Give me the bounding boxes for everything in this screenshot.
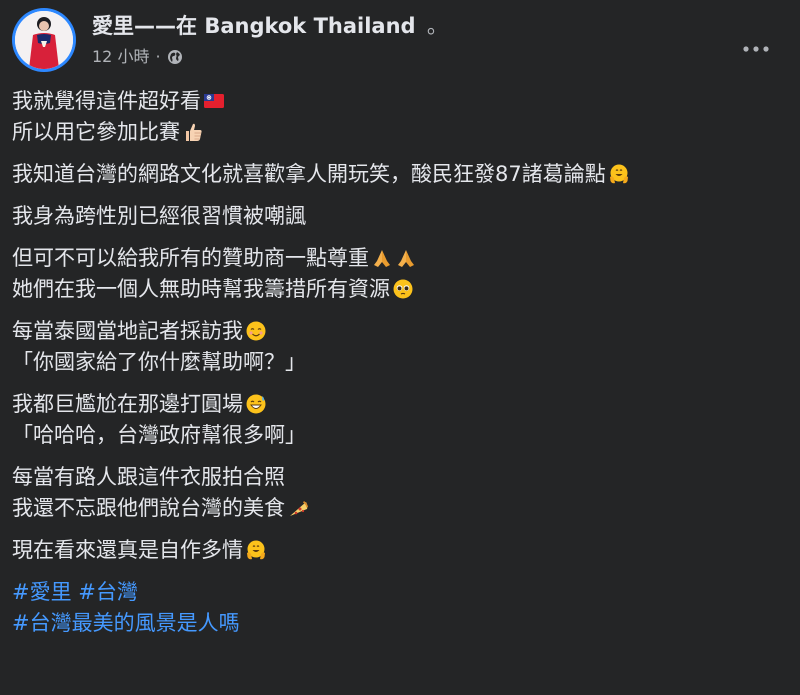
avatar-image <box>15 11 73 69</box>
text-line: 現在看來還真是自作多情 <box>12 535 788 566</box>
text-line: 我就覺得這件超好看 <box>12 86 788 117</box>
avatar[interactable] <box>12 8 76 72</box>
text-line: 我還不忘跟他們說台灣的美食 <box>12 493 788 524</box>
more-options-icon <box>743 37 769 56</box>
grinning-sweat-emoji <box>245 393 267 415</box>
location-separator: ——在 <box>134 14 197 38</box>
text: 每當有路人跟這件衣服拍合照 <box>12 465 285 489</box>
location-end: 。 <box>426 14 448 38</box>
text-line: 她們在我一個人無助時幫我籌措所有資源 <box>12 274 788 305</box>
text-line: 我都巨尷尬在那邊打圓場 <box>12 389 788 420</box>
text: 每當泰國當地記者採訪我 <box>12 319 243 343</box>
paragraph-8: 現在看來還真是自作多情 <box>12 535 788 566</box>
text-line: 所以用它參加比賽 <box>12 117 788 148</box>
text: 現在看來還真是自作多情 <box>12 538 243 562</box>
hashtag-link[interactable]: #台灣最美的風景是人嗎 <box>12 611 240 635</box>
paragraph-1: 我就覺得這件超好看 所以用它參加比賽 <box>12 86 788 148</box>
thumbs-up-emoji <box>182 121 204 143</box>
post-header: 愛里——在 Bangkok Thailand 。 12 小時 · <box>12 8 788 74</box>
folded-hands-emoji <box>371 247 393 269</box>
text-line: 每當泰國當地記者採訪我 <box>12 316 788 347</box>
more-options-button[interactable] <box>738 28 774 64</box>
text: 她們在我一個人無助時幫我籌措所有資源 <box>12 277 390 301</box>
author-line: 愛里——在 Bangkok Thailand 。 <box>92 12 448 40</box>
paragraph-4: 但可不可以給我所有的贊助商一點尊重 她們在我一個人無助時幫我籌措所有資源 <box>12 243 788 305</box>
meta-separator: · <box>155 47 161 66</box>
text: 「哈哈哈，台灣政府幫很多啊」 <box>12 423 306 447</box>
taiwan-flag-emoji <box>203 90 225 112</box>
text-line: 「哈哈哈，台灣政府幫很多啊」 <box>12 420 788 451</box>
pizza-emoji <box>287 497 309 519</box>
text-line: 但可不可以給我所有的贊助商一點尊重 <box>12 243 788 274</box>
text: 「你國家給了你什麼幫助啊？」 <box>12 350 306 374</box>
smiling-face-emoji <box>245 320 267 342</box>
text: 我知道台灣的網路文化就喜歡拿人開玩笑，酸民狂發87諸葛論點 <box>12 162 606 186</box>
paragraph-3: 我身為跨性別已經很習慣被嘲諷 <box>12 201 788 232</box>
text-line: 每當有路人跟這件衣服拍合照 <box>12 462 788 493</box>
text-line: #台灣最美的風景是人嗎 <box>12 608 788 639</box>
paragraph-5: 每當泰國當地記者採訪我 「你國家給了你什麼幫助啊？」 <box>12 316 788 378</box>
post-meta: 12 小時 · <box>92 46 183 68</box>
text-line: 我知道台灣的網路文化就喜歡拿人開玩笑，酸民狂發87諸葛論點 <box>12 159 788 190</box>
text: 我就覺得這件超好看 <box>12 89 201 113</box>
text: 我身為跨性別已經很習慣被嘲諷 <box>12 204 306 228</box>
hashtags: #愛里 #台灣 #台灣最美的風景是人嗎 <box>12 577 788 639</box>
post-body: 我就覺得這件超好看 所以用它參加比賽 我知道台灣的網路文化就喜歡拿人開玩笑，酸民… <box>12 86 788 650</box>
text-line: 「你國家給了你什麼幫助啊？」 <box>12 347 788 378</box>
hugging-face-emoji <box>608 163 630 185</box>
hashtag-link[interactable]: #台灣 <box>78 580 138 604</box>
timestamp[interactable]: 12 小時 <box>92 46 149 68</box>
paragraph-7: 每當有路人跟這件衣服拍合照 我還不忘跟他們說台灣的美食 <box>12 462 788 524</box>
globe-icon[interactable] <box>167 49 183 65</box>
paragraph-6: 我都巨尷尬在那邊打圓場 「哈哈哈，台灣政府幫很多啊」 <box>12 389 788 451</box>
text: 所以用它參加比賽 <box>12 120 180 144</box>
text: 我都巨尷尬在那邊打圓場 <box>12 392 243 416</box>
pleading-face-emoji <box>392 278 414 300</box>
text-line: 我身為跨性別已經很習慣被嘲諷 <box>12 201 788 232</box>
hugging-face-emoji <box>245 539 267 561</box>
text: 我還不忘跟他們說台灣的美食 <box>12 496 285 520</box>
paragraph-2: 我知道台灣的網路文化就喜歡拿人開玩笑，酸民狂發87諸葛論點 <box>12 159 788 190</box>
location-link[interactable]: Bangkok Thailand <box>204 14 415 38</box>
text-line: #愛里 #台灣 <box>12 577 788 608</box>
text: 但可不可以給我所有的贊助商一點尊重 <box>12 246 369 270</box>
folded-hands-emoji <box>395 247 417 269</box>
hashtag-link[interactable]: #愛里 <box>12 580 72 604</box>
author-name[interactable]: 愛里 <box>92 14 134 38</box>
